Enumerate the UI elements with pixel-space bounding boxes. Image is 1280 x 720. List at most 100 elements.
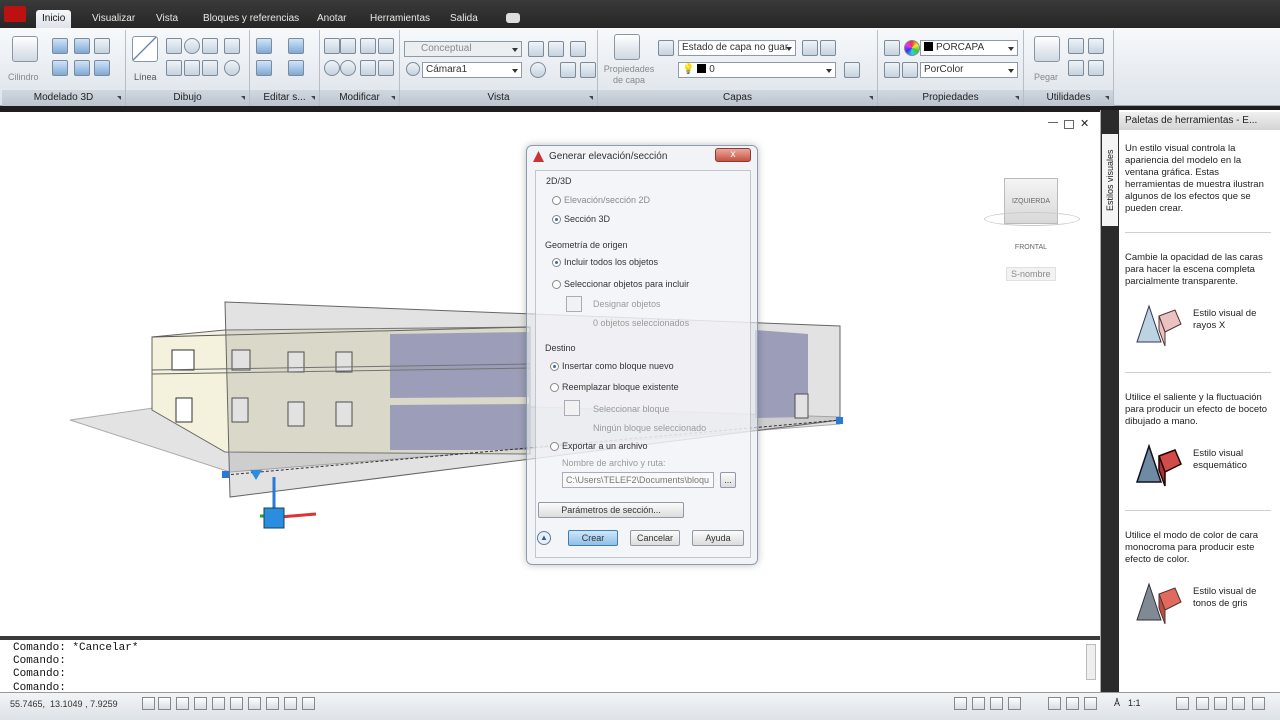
tab-visualizar[interactable]: Visualizar bbox=[86, 10, 141, 28]
paste-icon[interactable] bbox=[1034, 36, 1060, 62]
cylinder-icon[interactable] bbox=[12, 36, 38, 62]
line-icon[interactable] bbox=[132, 36, 158, 62]
panel-title-vista[interactable]: Vista bbox=[400, 90, 597, 106]
option-section-3d[interactable]: Sección 3D bbox=[552, 214, 610, 224]
section-grip[interactable] bbox=[222, 471, 229, 478]
match-properties-icon[interactable] bbox=[884, 40, 900, 56]
ribbon-minimize-toggle[interactable] bbox=[506, 13, 520, 23]
arc-icon[interactable] bbox=[184, 60, 200, 76]
section-gizmo[interactable] bbox=[263, 507, 285, 529]
circle-icon[interactable] bbox=[184, 38, 200, 54]
snap-toggle[interactable] bbox=[176, 697, 189, 710]
tab-herramientas[interactable]: Herramientas bbox=[364, 10, 436, 28]
panel-title-capas[interactable]: Capas bbox=[598, 90, 877, 106]
align-icon[interactable] bbox=[360, 38, 376, 54]
otrack-toggle[interactable] bbox=[266, 697, 279, 710]
panel-title-propiedades[interactable]: Propiedades bbox=[878, 90, 1023, 106]
walk-icon[interactable] bbox=[560, 62, 576, 78]
panel-title-editar[interactable]: Editar s... bbox=[250, 90, 319, 106]
app-menu-button[interactable] bbox=[4, 6, 26, 22]
color-combo[interactable]: PORCAPA bbox=[920, 40, 1018, 56]
union-icon[interactable] bbox=[52, 60, 68, 76]
command-scrollbar[interactable] bbox=[1086, 644, 1096, 680]
zoom-tool-button[interactable] bbox=[1066, 697, 1079, 710]
lock-icon[interactable] bbox=[1214, 697, 1227, 710]
3dosnap-toggle[interactable] bbox=[248, 697, 261, 710]
polar-array-icon[interactable] bbox=[340, 60, 356, 76]
section-grip[interactable] bbox=[836, 417, 843, 424]
create-button[interactable]: Crear bbox=[568, 530, 618, 546]
point-icon[interactable] bbox=[224, 60, 240, 76]
cancel-button[interactable]: Cancelar bbox=[630, 530, 680, 546]
collapse-icon[interactable]: ▲ bbox=[537, 531, 551, 545]
tab-inicio[interactable]: Inicio bbox=[36, 10, 72, 28]
palette-item-sketch[interactable]: Estilo visual esquemático bbox=[1135, 442, 1275, 492]
fillet-icon[interactable] bbox=[360, 60, 376, 76]
help-button[interactable]: Ayuda bbox=[692, 530, 744, 546]
pick-block-icon[interactable] bbox=[564, 400, 580, 416]
layer-match-icon[interactable] bbox=[802, 40, 818, 56]
browse-button[interactable]: ... bbox=[720, 472, 736, 488]
ducs-toggle[interactable] bbox=[284, 697, 297, 710]
rotate3d-icon[interactable] bbox=[340, 38, 356, 54]
array-icon[interactable] bbox=[378, 38, 394, 54]
tab-anotar[interactable]: Anotar bbox=[311, 10, 352, 28]
option-select-objects[interactable]: Seleccionar objetos para incluir bbox=[552, 279, 689, 289]
layout-button[interactable] bbox=[972, 697, 985, 710]
layer-properties-icon[interactable] bbox=[614, 34, 640, 60]
visual-style-combo[interactable]: Conceptual bbox=[404, 41, 522, 57]
match-icon[interactable] bbox=[1068, 60, 1084, 76]
option-insert-new-block[interactable]: Insertar como bloque nuevo bbox=[550, 361, 674, 371]
zoom-icon[interactable] bbox=[530, 62, 546, 78]
spline-icon[interactable] bbox=[166, 60, 182, 76]
tab-vista[interactable]: Vista bbox=[150, 10, 184, 28]
slice-icon[interactable] bbox=[256, 60, 272, 76]
option-elevation-2d[interactable]: Elevación/sección 2D bbox=[552, 195, 650, 205]
layer-iso-icon[interactable] bbox=[820, 40, 836, 56]
presspull-icon[interactable] bbox=[94, 38, 110, 54]
option-export-file[interactable]: Exportar a un archivo bbox=[550, 441, 648, 451]
extrude-faces-icon[interactable] bbox=[256, 38, 272, 54]
list-icon[interactable] bbox=[884, 62, 900, 78]
shell-icon[interactable] bbox=[288, 60, 304, 76]
quick-view-drawings-button[interactable] bbox=[1008, 697, 1021, 710]
pan-tool-button[interactable] bbox=[1048, 697, 1061, 710]
osnap-toggle[interactable] bbox=[230, 697, 243, 710]
layer-state-icon[interactable] bbox=[658, 40, 674, 56]
polyline-icon[interactable] bbox=[166, 38, 182, 54]
layer-state-combo[interactable]: Estado de capa no guar bbox=[678, 40, 796, 56]
box-icon[interactable] bbox=[52, 38, 68, 54]
separate-icon[interactable] bbox=[288, 38, 304, 54]
pick-objects-icon[interactable] bbox=[566, 296, 582, 312]
infer-constraints-toggle[interactable] bbox=[142, 697, 155, 710]
palette-item-gray[interactable]: Estilo visual de tonos de gris bbox=[1135, 580, 1275, 630]
move-icon[interactable] bbox=[324, 38, 340, 54]
measure-icon[interactable] bbox=[1088, 60, 1104, 76]
panel-title-modificar[interactable]: Modificar bbox=[320, 90, 399, 106]
annotation-scale[interactable]: 1:1 bbox=[1128, 698, 1141, 708]
panel-title-dibujo[interactable]: Dibujo bbox=[126, 90, 249, 106]
dialog-close-button[interactable]: x bbox=[715, 148, 751, 162]
mirror-icon[interactable] bbox=[378, 60, 394, 76]
camera-combo[interactable]: Cámara1 bbox=[422, 62, 522, 78]
ellipse-icon[interactable] bbox=[224, 38, 240, 54]
plot-style-combo[interactable]: PorColor bbox=[920, 62, 1018, 78]
tab-salida[interactable]: Salida bbox=[444, 10, 484, 28]
section-params-button[interactable]: Parámetros de sección... bbox=[538, 502, 684, 518]
panel-title-modelado[interactable]: Modelado 3D bbox=[2, 90, 125, 106]
grid-toggle[interactable] bbox=[158, 697, 171, 710]
view-box-icon[interactable] bbox=[548, 41, 564, 57]
file-path-combo[interactable]: C:\Users\TELEF2\Documents\bloqu bbox=[562, 472, 714, 488]
isolate-icon[interactable] bbox=[1232, 697, 1245, 710]
cut-icon[interactable] bbox=[1068, 38, 1084, 54]
quick-view-button[interactable] bbox=[990, 697, 1003, 710]
copy-icon[interactable] bbox=[1088, 38, 1104, 54]
subtract-icon[interactable] bbox=[74, 60, 90, 76]
palette-item-xray[interactable]: Estilo visual de rayos X bbox=[1135, 302, 1275, 352]
steering-wheel-button[interactable] bbox=[1084, 697, 1097, 710]
gizmo-icon[interactable] bbox=[94, 60, 110, 76]
option-replace-block[interactable]: Reemplazar bloque existente bbox=[550, 382, 679, 392]
model-space-button[interactable] bbox=[954, 697, 967, 710]
view-cube-icon[interactable] bbox=[528, 41, 544, 57]
layer-combo[interactable]: 💡 0 bbox=[678, 62, 836, 78]
